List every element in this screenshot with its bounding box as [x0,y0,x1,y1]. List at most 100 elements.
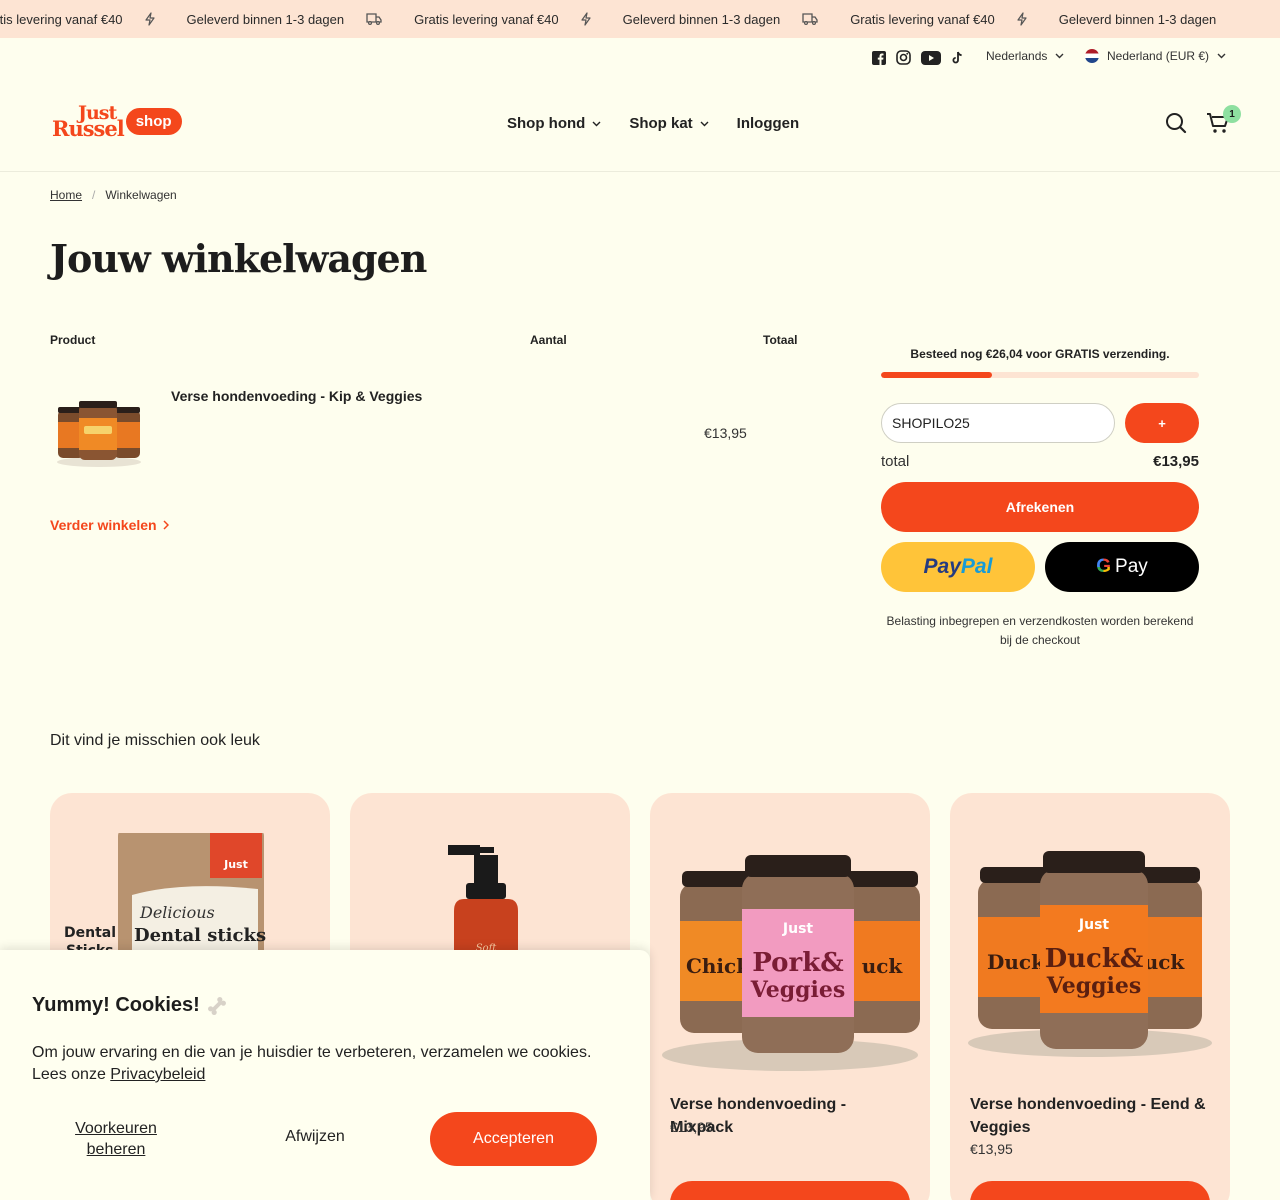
nav-inloggen[interactable]: Inloggen [737,115,800,132]
cookie-text: Om jouw ervaring en die van je huisdier … [32,1042,592,1086]
paypal-button[interactable]: PayPal [881,542,1035,592]
checkout-button[interactable]: Afrekenen [881,482,1199,532]
region-selector[interactable]: Nederland (EUR €) [1085,49,1226,63]
facebook-icon[interactable] [872,50,886,65]
chevron-right-icon [163,520,169,530]
chevron-down-icon [592,121,601,126]
cookie-title-text: Yummy! Cookies! [32,994,200,1016]
continue-shopping-label: Verder winkelen [50,517,157,533]
apply-discount-button[interactable]: + [1125,403,1199,443]
breadcrumb-separator: / [92,188,96,202]
cart-count-badge: 1 [1223,105,1241,123]
cookie-banner: Yummy! Cookies! Om jouw ervaring en die … [0,950,650,1200]
reject-cookies-button[interactable]: Afwijzen [250,1128,380,1146]
truck-icon [366,13,398,25]
duck-veggies-jars-image: Duck uck Just Duck& Veggies [960,833,1220,1093]
google-pay-button[interactable]: G Pay [1045,542,1199,592]
manage-preferences-button[interactable]: Voorkeuren beheren [52,1118,180,1160]
svg-text:Duck: Duck [987,950,1046,974]
announcement-text: Gratis levering vanaf €40 [850,11,995,27]
logo-line-2: Russel [52,116,125,141]
language-selector[interactable]: Nederlands [986,49,1064,63]
column-header-total: Totaal [763,333,798,347]
continue-shopping-link[interactable]: Verder winkelen [50,517,169,533]
column-header-product: Product [50,333,96,347]
site-logo[interactable]: Just Russel shop [52,104,182,140]
accept-cookies-button[interactable]: Accepteren [430,1112,597,1166]
paypal-logo-pay: Pay [923,555,961,578]
chevron-down-icon [1217,53,1226,59]
logo-shop-pill: shop [125,107,182,135]
add-to-cart-button[interactable] [970,1181,1210,1200]
announcement-text: Geleverd binnen 1-3 dagen [186,11,345,27]
google-g-icon: G [1096,556,1112,577]
language-label: Nederlands [986,49,1048,63]
announcement-item: Gratis levering vanaf €40 [0,12,123,27]
svg-text:uck: uck [1144,950,1186,974]
cookie-title: Yummy! Cookies! [32,994,228,1017]
announcement-text: Gratis levering vanaf €40 [0,11,123,27]
product-card[interactable]: Chick uck Just Pork& Veggies Verse honde… [650,793,930,1200]
main-nav: Shop hond Shop kat Inloggen [507,115,799,132]
instagram-icon[interactable] [896,50,911,65]
announcement-item: Geleverd binnen 1-3 dagen [581,12,780,27]
breadcrumb: Home / Winkelwagen [50,188,177,202]
announcement-item: Gratis levering vanaf €40 [802,12,995,27]
privacy-policy-link[interactable]: Privacybeleid [110,1066,205,1083]
announcement-track: Gratis levering vanaf €40 Geleverd binnen… [0,0,1238,38]
tiktok-icon[interactable] [951,51,964,65]
lightning-icon [144,12,171,26]
nav-shop-hond[interactable]: Shop hond [507,115,601,132]
svg-text:Veggies: Veggies [750,977,846,1003]
announcement-text: Gratis levering vanaf €40 [414,11,559,27]
cart-button[interactable]: 1 [1206,105,1241,139]
svg-text:Just: Just [223,858,248,871]
free-shipping-message: Besteed nog €26,04 voor GRATIS verzendin… [910,347,1170,361]
svg-text:Just: Just [782,921,814,937]
svg-text:uck: uck [862,954,904,978]
announcement-item: Gratis levering vanaf €40 [366,12,559,27]
cart-item-image[interactable] [55,398,143,468]
nav-label: Shop kat [629,115,693,132]
add-to-cart-button[interactable] [670,1181,910,1200]
announcement-text: Geleverd binnen 1-3 dagen [1058,11,1217,27]
svg-text:Duck&: Duck& [1045,944,1144,974]
nav-shop-kat[interactable]: Shop kat [629,115,709,132]
svg-text:Pork&: Pork& [752,948,843,978]
product-card-name: Verse hondenvoeding - Eend & Veggies [970,1096,1206,1136]
social-links [872,50,964,65]
lightning-icon [1017,12,1043,26]
cart-item-name[interactable]: Verse hondenvoeding - Kip & Veggies [171,388,422,404]
breadcrumb-current: Winkelwagen [105,188,177,202]
progress-fill [881,372,993,378]
youtube-icon[interactable] [921,50,941,65]
logo-wordmark: Just Russel [52,104,125,140]
svg-text:Just: Just [1078,917,1110,933]
svg-text:Chick: Chick [686,954,751,978]
breadcrumb-home[interactable]: Home [50,188,82,202]
utility-bar: Nederlands Nederland (EUR €) [0,38,1280,78]
paypal-logo-pal: Pal [960,555,993,578]
recommendations-title: Dit vind je misschien ook leuk [50,732,260,749]
discount-code-input[interactable] [881,403,1115,443]
svg-text:Veggies: Veggies [1046,973,1142,999]
svg-text:Delicious: Delicious [139,903,215,922]
chevron-down-icon [700,121,709,126]
product-card-price: €13,95 [670,1119,713,1135]
svg-text:Dental sticks: Dental sticks [134,925,266,946]
bone-icon [207,996,226,1015]
total-value: €13,95 [1153,453,1199,470]
search-icon[interactable] [1165,112,1187,139]
announcement-item: Geleverd binnen 1-3 dagen [144,11,345,27]
product-card[interactable]: Duck uck Just Duck& Veggies Verse honden… [950,793,1230,1200]
netherlands-flag-icon [1085,49,1099,63]
product-card-price: €13,95 [970,1141,1013,1157]
nav-label: Shop hond [507,115,586,132]
total-label: total [881,453,910,470]
chevron-down-icon [1055,53,1064,59]
announcement-bar: Gratis levering vanaf €40 Geleverd binnen… [0,0,1280,38]
tax-shipping-note: Belasting inbegrepen en verzendkosten wo… [886,614,1194,647]
page-title: Jouw winkelwagen [50,236,427,281]
announcement-item: Geleverd binnen 1-3 dagen [1017,11,1217,27]
truck-icon [802,13,834,25]
